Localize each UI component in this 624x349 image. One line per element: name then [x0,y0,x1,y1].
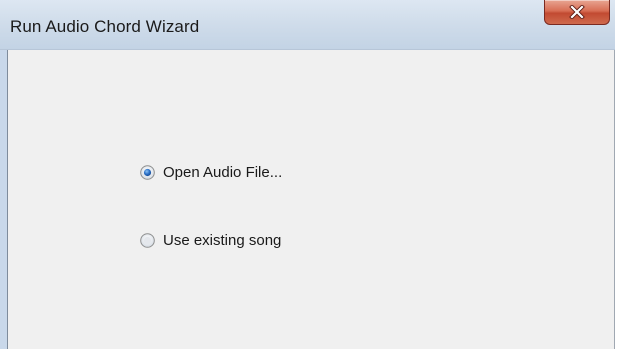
radio-label-use-existing-song[interactable]: Use existing song [163,232,281,249]
dialog-content: Open Audio File... Use existing song [9,50,614,349]
window-right-border [614,50,615,349]
radio-option-use-existing-song[interactable]: Use existing song [140,232,281,249]
radio-label-open-audio-file[interactable]: Open Audio File... [163,164,282,181]
radio-unselected-icon[interactable] [140,233,155,248]
window-right-edge [615,0,624,349]
window-left-border [0,50,8,349]
radio-option-open-audio-file[interactable]: Open Audio File... [140,164,282,181]
close-icon [569,5,585,19]
window-title: Run Audio Chord Wizard [10,17,200,36]
radio-selected-icon[interactable] [140,165,155,180]
close-button[interactable] [544,0,610,25]
title-bar[interactable]: Run Audio Chord Wizard [0,0,624,50]
dialog-window: Run Audio Chord Wizard Open Audio File..… [0,0,624,349]
